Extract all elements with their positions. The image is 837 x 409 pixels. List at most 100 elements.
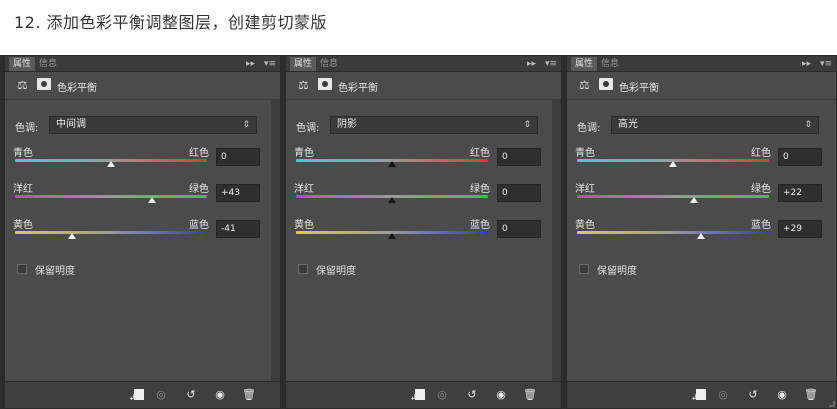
tab-properties[interactable]: 属性 xyxy=(9,57,36,71)
visibility-eye-icon[interactable]: ◉ xyxy=(774,388,790,402)
tab-info[interactable]: 信息 xyxy=(35,57,61,71)
slider-left-label: 洋红 xyxy=(13,184,33,195)
preserve-luminosity-checkbox[interactable] xyxy=(298,264,308,274)
panel-header: ⚖ 色彩平衡 xyxy=(286,72,561,100)
panel-title: 色彩平衡 xyxy=(619,83,659,94)
panel-menu-icon[interactable]: ▾≡ xyxy=(545,59,557,69)
slider-magenta-green: 洋红 绿色 +43 xyxy=(13,180,270,210)
tab-info[interactable]: 信息 xyxy=(597,57,623,71)
slider-right-label: 红色 xyxy=(470,148,490,159)
slider-value-field[interactable]: 0 xyxy=(497,184,541,202)
tab-properties[interactable]: 属性 xyxy=(571,57,598,71)
clip-to-layer-icon[interactable]: ↲ xyxy=(410,388,426,402)
slider-thumb[interactable] xyxy=(669,161,677,167)
select-caret-icon: ⇕ xyxy=(804,120,812,130)
tone-select[interactable]: 阴影 ⇕ xyxy=(330,116,538,134)
panel-scrollbar[interactable] xyxy=(552,100,561,383)
trash-icon[interactable]: 🗑 xyxy=(803,388,819,402)
trash-icon[interactable]: 🗑 xyxy=(241,388,257,402)
slider-right-label: 红色 xyxy=(751,148,771,159)
color-balance-icon: ⚖ xyxy=(579,78,590,92)
panel-menu-icon[interactable]: ▾≡ xyxy=(264,59,276,69)
tab-properties[interactable]: 属性 xyxy=(290,57,317,71)
reset-icon[interactable]: ↺ xyxy=(464,388,480,402)
visibility-eye-icon[interactable]: ◉ xyxy=(493,388,509,402)
panel-title: 色彩平衡 xyxy=(338,83,378,94)
color-balance-icon: ⚖ xyxy=(17,78,28,92)
layer-mask-icon[interactable] xyxy=(318,78,332,90)
preserve-luminosity-checkbox[interactable] xyxy=(17,264,27,274)
slider-right-label: 蓝色 xyxy=(189,220,209,231)
slider-yellow-blue: 黄色 蓝色 +29 xyxy=(575,216,832,246)
layer-mask-icon[interactable] xyxy=(37,78,51,90)
slider-track[interactable] xyxy=(577,195,769,198)
slider-track[interactable] xyxy=(15,195,207,198)
panel-footer: ↲ ◎ ↺ ◉ 🗑 xyxy=(5,381,280,408)
visibility-eye-icon[interactable]: ◉ xyxy=(212,388,228,402)
clip-to-layer-icon[interactable]: ↲ xyxy=(691,388,707,402)
slider-cyan-red: 青色 红色 0 xyxy=(13,144,270,174)
tone-label: 色调: xyxy=(15,123,39,134)
slider-value-field[interactable]: 0 xyxy=(778,148,822,166)
slider-thumb[interactable] xyxy=(107,161,115,167)
preserve-luminosity-checkbox[interactable] xyxy=(579,264,589,274)
reset-icon[interactable]: ↺ xyxy=(745,388,761,402)
tab-info[interactable]: 信息 xyxy=(316,57,342,71)
slider-value-field[interactable]: 0 xyxy=(497,220,541,238)
slider-value-field[interactable]: +29 xyxy=(778,220,822,238)
slider-value-field[interactable]: -41 xyxy=(216,220,260,238)
expand-icon[interactable]: ▸▸ xyxy=(802,59,811,69)
expand-icon[interactable]: ▸▸ xyxy=(527,59,536,69)
slider-value-field[interactable]: +22 xyxy=(778,184,822,202)
view-previous-icon[interactable]: ◎ xyxy=(715,388,731,402)
slider-thumb[interactable] xyxy=(388,161,396,167)
slider-track[interactable] xyxy=(577,231,769,234)
tone-select[interactable]: 中间调 ⇕ xyxy=(49,116,257,134)
slider-left-label: 洋红 xyxy=(294,184,314,195)
trash-icon[interactable]: 🗑 xyxy=(522,388,538,402)
slider-left-label: 洋红 xyxy=(575,184,595,195)
resize-grip-icon[interactable] xyxy=(829,401,835,407)
panel-tabbar: 属性 信息 ▸▸ ▾≡ xyxy=(5,56,280,72)
panel-menu-icon[interactable]: ▾≡ xyxy=(820,59,832,69)
view-previous-icon[interactable]: ◎ xyxy=(434,388,450,402)
reset-icon[interactable]: ↺ xyxy=(183,388,199,402)
panel-header: ⚖ 色彩平衡 xyxy=(567,72,836,100)
layer-mask-icon[interactable] xyxy=(599,78,613,90)
slider-cyan-red: 青色 红色 0 xyxy=(294,144,551,174)
properties-panel-2: 属性 信息 ▸▸ ▾≡ ⚖ 色彩平衡 色调: 阴影 ⇕ 青色 红色 0 洋红 绿… xyxy=(285,55,562,409)
properties-panel-1: 属性 信息 ▸▸ ▾≡ ⚖ 色彩平衡 色调: 中间调 ⇕ 青色 红色 0 洋红 … xyxy=(4,55,281,409)
tone-select[interactable]: 高光 ⇕ xyxy=(611,116,819,134)
panel-controls: ▸▸ ▾≡ xyxy=(240,57,276,71)
slider-left-label: 黄色 xyxy=(13,220,33,231)
preserve-luminosity-label: 保留明度 xyxy=(35,266,75,277)
slider-value-field[interactable]: +43 xyxy=(216,184,260,202)
slider-left-label: 青色 xyxy=(294,148,314,159)
panel-header: ⚖ 色彩平衡 xyxy=(5,72,280,100)
panels-area: 属性 信息 ▸▸ ▾≡ ⚖ 色彩平衡 色调: 中间调 ⇕ 青色 红色 0 洋红 … xyxy=(0,55,837,409)
slider-yellow-blue: 黄色 蓝色 -41 xyxy=(13,216,270,246)
slider-right-label: 红色 xyxy=(189,148,209,159)
slider-thumb[interactable] xyxy=(696,233,705,239)
tone-label: 色调: xyxy=(296,123,320,134)
slider-thumb[interactable] xyxy=(690,197,699,203)
slider-right-label: 绿色 xyxy=(470,184,490,195)
view-previous-icon[interactable]: ◎ xyxy=(153,388,169,402)
properties-panel-3: 属性 信息 ▸▸ ▾≡ ⚖ 色彩平衡 色调: 高光 ⇕ 青色 红色 0 洋红 绿… xyxy=(566,55,837,409)
clip-to-layer-icon[interactable]: ↲ xyxy=(129,388,145,402)
panel-scrollbar[interactable] xyxy=(271,100,280,383)
expand-icon[interactable]: ▸▸ xyxy=(246,59,255,69)
slider-value-field[interactable]: 0 xyxy=(497,148,541,166)
preserve-luminosity-label: 保留明度 xyxy=(597,266,637,277)
preserve-luminosity-label: 保留明度 xyxy=(316,266,356,277)
slider-right-label: 绿色 xyxy=(189,184,209,195)
slider-track[interactable] xyxy=(15,231,207,234)
slider-right-label: 蓝色 xyxy=(470,220,490,231)
slider-thumb[interactable] xyxy=(388,197,396,203)
step-caption: 12. 添加色彩平衡调整图层，创建剪切蒙版 xyxy=(14,13,328,32)
slider-thumb[interactable] xyxy=(67,233,76,239)
slider-yellow-blue: 黄色 蓝色 0 xyxy=(294,216,551,246)
slider-thumb[interactable] xyxy=(148,197,157,203)
slider-value-field[interactable]: 0 xyxy=(216,148,260,166)
slider-thumb[interactable] xyxy=(388,233,396,239)
